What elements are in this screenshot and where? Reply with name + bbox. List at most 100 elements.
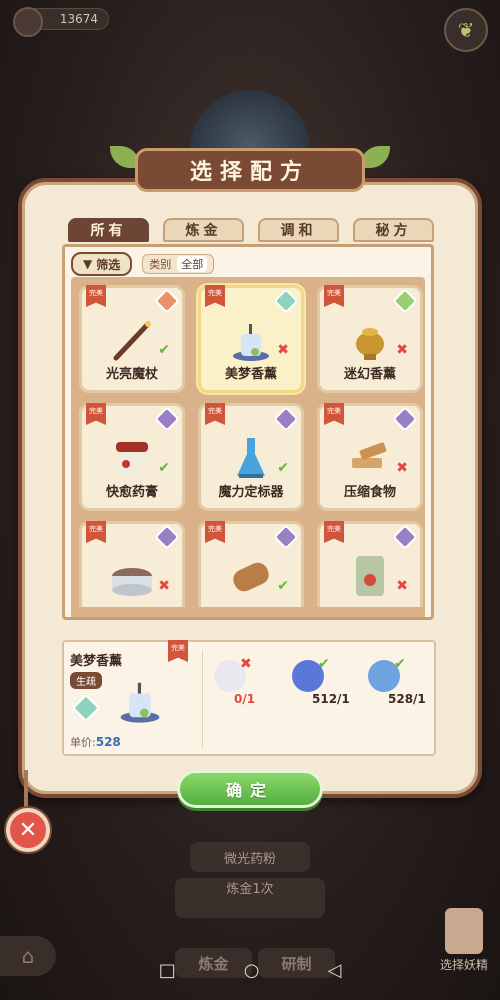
teal-diamond-icon <box>273 288 299 314</box>
recipe-name: 快愈药膏 <box>105 485 158 500</box>
filter-label: 筛选 <box>96 257 121 272</box>
price-value: 528 <box>95 735 121 749</box>
censer-icon <box>356 328 384 360</box>
background-item-label: 微光药粉 <box>223 852 277 867</box>
perfect-ribbon: 完美 <box>324 403 344 425</box>
recipe-card[interactable]: 完美 ✖ <box>79 521 185 617</box>
perfect-ribbon: 完美 <box>324 521 344 543</box>
perfect-ribbon: 完美 <box>168 640 188 662</box>
check-icon: ✔ <box>158 460 170 476</box>
spirit-portrait <box>445 908 483 954</box>
recipe-card[interactable]: 完美 ✔ 快愈药膏 <box>79 403 185 511</box>
purple-diamond-icon <box>392 524 418 550</box>
recipe-card[interactable]: 完美 ✔ <box>198 521 304 617</box>
perfect-ribbon: 完美 <box>86 285 106 307</box>
divider <box>202 650 203 748</box>
system-nav-bar: □ ○ ◁ <box>0 950 500 990</box>
recipe-name: 压缩食物 <box>343 485 396 500</box>
ingredient[interactable]: ✔ 512/1 <box>284 656 356 716</box>
recipe-name: 迷幻香薰 <box>343 367 396 382</box>
ingredient-count: 0/1 <box>234 692 256 706</box>
confirm-button[interactable]: 确定 <box>177 770 323 808</box>
detail-name: 美梦香薰 <box>70 654 123 669</box>
check-icon: ✔ <box>394 656 406 672</box>
check-icon: ✔ <box>277 460 289 476</box>
recipe-card[interactable]: 完美 ✖ 迷幻香薰 <box>317 285 423 393</box>
ingredient[interactable]: ✔ 528/1 <box>360 656 432 716</box>
recipe-list[interactable]: ▼ 筛选 类别 全部 完美 ✔ 光亮魔杖 完美 ✖ 美梦香薰 完美 ✖ 迷幻香薰… <box>62 244 434 620</box>
perfect-ribbon: 完美 <box>205 285 225 307</box>
recipe-card[interactable]: 完美 ✖ 压缩食物 <box>317 403 423 511</box>
cross-icon: ✖ <box>396 578 408 594</box>
fertilizer-bag-icon <box>356 556 384 596</box>
currency-amount: 13674 <box>59 12 98 26</box>
recipe-name: 美梦香薰 <box>224 367 277 382</box>
purple-diamond-icon <box>273 524 299 550</box>
wand-icon <box>113 321 151 361</box>
blue-flask-icon <box>237 438 265 478</box>
check-icon: ✔ <box>158 342 170 358</box>
tab-alchemy[interactable]: 炼金 <box>163 218 244 242</box>
ingredient[interactable]: ✖ 0/1 <box>206 656 278 716</box>
coin-icon <box>13 7 43 37</box>
scroll-icon <box>233 562 269 592</box>
rope-decoration <box>24 770 28 810</box>
recipe-name: 魔力定标器 <box>218 485 284 500</box>
ingredient-count: 528/1 <box>388 692 426 706</box>
panel-title: 选择配方 <box>135 148 365 192</box>
proficiency-badge: 生疏 <box>70 672 102 689</box>
close-icon: ✕ <box>18 817 38 843</box>
recipe-card[interactable]: 完美 ✔ 魔力定标器 <box>198 403 304 511</box>
back-icon[interactable]: ◁ <box>327 960 341 981</box>
category-value: 全部 <box>177 256 208 272</box>
orange-diamond-icon <box>154 288 180 314</box>
price-label: 单价: <box>70 736 96 749</box>
leaf-menu-icon[interactable]: ❦ <box>444 8 488 52</box>
ointment-jar-icon <box>116 442 148 476</box>
perfect-ribbon: 完美 <box>86 403 106 425</box>
perfect-ribbon: 完美 <box>205 521 225 543</box>
cross-icon: ✖ <box>158 578 170 594</box>
green-diamond-icon <box>392 288 418 314</box>
home-circle-icon[interactable]: ○ <box>244 960 260 981</box>
perfect-ribbon: 完美 <box>324 285 344 307</box>
ingredient-count: 512/1 <box>312 692 350 706</box>
funnel-icon: ▼ <box>83 257 93 271</box>
teal-diamond-icon <box>71 693 101 723</box>
category-selector[interactable]: 类别 全部 <box>142 254 215 274</box>
tab-blend[interactable]: 调和 <box>258 218 339 242</box>
cross-icon: ✖ <box>277 342 289 358</box>
perfect-ribbon: 完美 <box>205 403 225 425</box>
filter-row: ▼ 筛选 类别 全部 <box>71 252 215 276</box>
recents-icon[interactable]: □ <box>159 960 176 981</box>
filter-button[interactable]: ▼ 筛选 <box>71 252 133 276</box>
category-label: 类别 <box>149 258 172 271</box>
check-icon: ✔ <box>318 656 330 672</box>
recipe-name: 光亮魔杖 <box>105 367 158 382</box>
cross-icon: ✖ <box>396 460 408 476</box>
food-bars-icon <box>352 442 387 468</box>
check-icon: ✔ <box>277 578 289 594</box>
cross-icon: ✖ <box>240 656 252 672</box>
background-count-label: 炼金1次 <box>226 882 274 897</box>
recipe-card[interactable]: 完美 ✖ <box>317 521 423 617</box>
purple-diamond-icon <box>154 524 180 550</box>
currency-counter: 13674 <box>13 7 109 37</box>
list-bottom-edge <box>71 607 425 617</box>
unit-price: 单价:528 <box>70 734 121 750</box>
purple-diamond-icon <box>154 406 180 432</box>
perfect-ribbon: 完美 <box>86 521 106 543</box>
recipe-tabs: 所有 炼金 调和 秘方 <box>68 218 434 244</box>
recipe-card-selected[interactable]: 完美 ✖ 美梦香薰 <box>198 285 304 393</box>
cross-icon: ✖ <box>396 342 408 358</box>
salve-tin-icon <box>112 568 152 596</box>
close-button[interactable]: ✕ <box>6 808 50 852</box>
incense-icon <box>233 324 269 361</box>
purple-diamond-icon <box>273 406 299 432</box>
tab-secret[interactable]: 秘方 <box>353 218 434 242</box>
recipe-card[interactable]: 完美 ✔ 光亮魔杖 <box>79 285 185 393</box>
incense-icon <box>120 682 160 723</box>
tab-all[interactable]: 所有 <box>68 218 149 242</box>
purple-diamond-icon <box>392 406 418 432</box>
recipe-detail: 美梦香薰 完美 生疏 单价:528 ✖ 0/1 ✔ 512/1 ✔ 528/1 <box>62 640 436 756</box>
